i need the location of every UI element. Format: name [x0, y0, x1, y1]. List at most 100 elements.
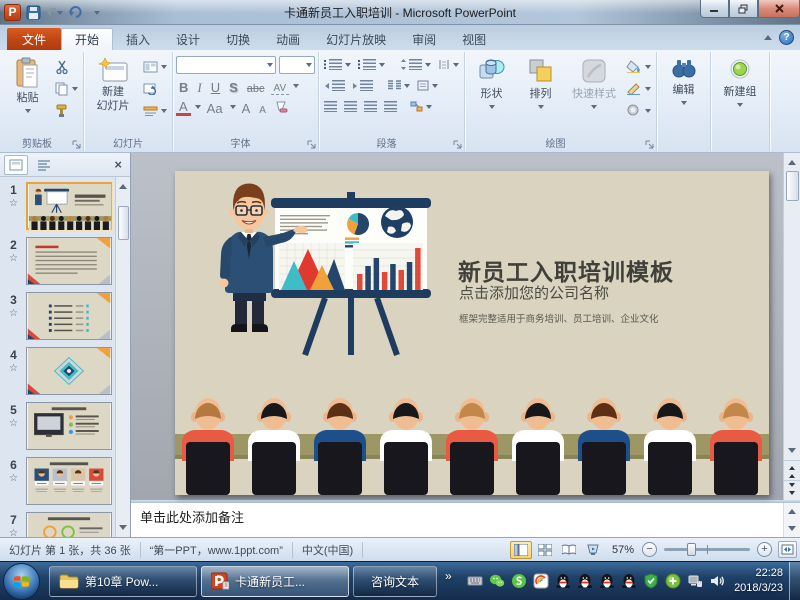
cut-button[interactable] — [53, 57, 80, 76]
quick-styles-button[interactable]: 快速样式 — [566, 54, 622, 137]
align-center-button[interactable] — [342, 97, 359, 116]
tab-insert[interactable]: 插入 — [113, 28, 163, 50]
minimize-button[interactable] — [700, 0, 729, 18]
editing-button[interactable]: 编辑 — [660, 54, 707, 137]
thumbnail-image[interactable] — [26, 292, 112, 340]
qq-tray-icon[interactable] — [555, 573, 571, 589]
layout-button[interactable] — [141, 57, 169, 76]
tab-slideshow[interactable]: 幻灯片放映 — [313, 28, 399, 50]
reading-view-button[interactable] — [558, 541, 580, 559]
taskbar-button-powerpoint[interactable]: 卡通新员工... — [201, 566, 349, 597]
slideshow-view-button[interactable] — [582, 541, 604, 559]
slide-thumbnail-2[interactable]: 2 ☆ — [1, 237, 130, 285]
notes-scrollbar[interactable] — [783, 503, 800, 537]
decrease-indent-button[interactable] — [322, 76, 347, 95]
tab-view[interactable]: 视图 — [449, 28, 499, 50]
character-spacing-button[interactable]: AV — [271, 76, 290, 95]
next-slide-button[interactable] — [784, 480, 800, 500]
shape-outline-button[interactable] — [624, 79, 653, 98]
notes-placeholder[interactable]: 单击此处添加备注 — [131, 503, 783, 537]
shrink-font-button[interactable]: A — [256, 97, 269, 116]
slide-thumbnail-4[interactable]: 4 ☆ — [1, 347, 130, 395]
shapes-button[interactable]: 形状 — [468, 54, 515, 137]
slide-counter[interactable]: 幻灯片 第 1 张，共 36 张 — [0, 542, 141, 558]
thumbnail-image[interactable] — [26, 457, 112, 505]
shape-fill-button[interactable] — [624, 57, 653, 76]
undo-button[interactable] — [45, 3, 63, 21]
format-painter-button[interactable] — [53, 101, 80, 120]
powerpoint-app-icon[interactable]: P — [4, 4, 21, 21]
collapse-ribbon-icon[interactable] — [764, 31, 772, 40]
justify-button[interactable] — [382, 97, 399, 116]
drawing-dialog-launcher[interactable] — [644, 139, 654, 149]
slide-sorter-view-button[interactable] — [534, 541, 556, 559]
thumbnail-image[interactable] — [26, 237, 112, 285]
notes-scroll-down[interactable] — [788, 526, 796, 535]
tab-review[interactable]: 审阅 — [399, 28, 449, 50]
qq-tray-icon[interactable] — [577, 573, 593, 589]
previous-slide-button[interactable] — [784, 460, 800, 480]
numbering-button[interactable] — [356, 55, 387, 74]
main-scrollbar[interactable] — [783, 153, 800, 500]
volume-tray-icon[interactable] — [709, 573, 725, 589]
arrange-button[interactable]: 排列 — [517, 54, 564, 137]
align-text-button[interactable] — [415, 76, 440, 95]
shape-effects-button[interactable] — [624, 101, 653, 120]
bold-button[interactable]: B — [176, 76, 191, 95]
copy-button[interactable] — [53, 79, 80, 98]
fit-to-window-button[interactable] — [778, 541, 797, 558]
thumbnail-image[interactable] — [26, 182, 112, 230]
increase-indent-button[interactable] — [350, 76, 375, 95]
section-button[interactable] — [141, 101, 169, 120]
scroll-up-button[interactable] — [785, 153, 800, 168]
font-size-combo[interactable] — [279, 56, 315, 74]
qat-customize-button[interactable] — [87, 3, 105, 21]
grow-font-button[interactable]: A — [239, 97, 254, 116]
slide[interactable]: 新员工入职培训模板 点击添加您的公司名称 框架完整适用于商务培训、员工培训、企业… — [175, 171, 769, 495]
zoom-out-button[interactable]: − — [642, 542, 657, 557]
underline-button[interactable]: U — [208, 76, 223, 95]
qq-tray-icon[interactable] — [599, 573, 615, 589]
thumbnail-image[interactable] — [26, 512, 112, 537]
thumbnail-image[interactable] — [26, 402, 112, 450]
italic-button[interactable]: I — [194, 76, 204, 95]
panel-scroll-thumb[interactable] — [118, 206, 129, 240]
restore-button[interactable] — [729, 0, 758, 18]
panel-scroll-up[interactable] — [116, 177, 131, 192]
scroll-down-button[interactable] — [785, 445, 800, 460]
keyboard-tray-icon[interactable] — [467, 573, 483, 589]
align-right-button[interactable] — [362, 97, 379, 116]
language-indicator[interactable]: 中文(中国) — [293, 542, 363, 558]
thumbnail-image[interactable] — [26, 347, 112, 395]
start-button[interactable] — [3, 563, 40, 600]
show-desktop-button[interactable] — [789, 562, 800, 600]
theme-name[interactable]: “第一PPT，www.1ppt.com” — [141, 542, 293, 558]
slide-thumbnail-7[interactable]: 7 ☆ — [1, 512, 130, 537]
sogou-tray-icon[interactable] — [533, 573, 549, 589]
security-shield-tray-icon[interactable] — [643, 573, 659, 589]
strikethrough-button[interactable]: abc — [244, 76, 268, 95]
text-direction-button[interactable] — [436, 55, 461, 74]
slide-tagline[interactable]: 框架完整适用于商务培训、员工培训、企业文化 — [459, 311, 659, 325]
font-color-button[interactable]: A — [176, 97, 191, 116]
outline-tab[interactable] — [32, 155, 56, 175]
messenger-tray-icon[interactable] — [511, 573, 527, 589]
qq-tray-icon[interactable] — [621, 573, 637, 589]
zoom-in-button[interactable]: + — [757, 542, 772, 557]
security-plus-tray-icon[interactable] — [665, 573, 681, 589]
network-tray-icon[interactable] — [687, 573, 703, 589]
zoom-slider-thumb[interactable] — [687, 543, 696, 556]
slides-tab[interactable] — [4, 155, 28, 175]
line-spacing-button[interactable] — [398, 55, 433, 74]
tab-design[interactable]: 设计 — [163, 28, 213, 50]
tab-animations[interactable]: 动画 — [263, 28, 313, 50]
paste-button[interactable]: 粘贴 — [4, 54, 51, 137]
close-button[interactable] — [758, 0, 800, 18]
bullets-button[interactable] — [322, 55, 353, 74]
notes-scroll-up[interactable] — [788, 505, 796, 514]
help-button[interactable]: ? — [779, 30, 794, 45]
clipboard-dialog-launcher[interactable] — [71, 139, 81, 149]
font-family-combo[interactable] — [176, 56, 276, 74]
save-button[interactable] — [24, 3, 42, 21]
slide-thumbnail-1[interactable]: 1 ☆ — [1, 182, 130, 230]
